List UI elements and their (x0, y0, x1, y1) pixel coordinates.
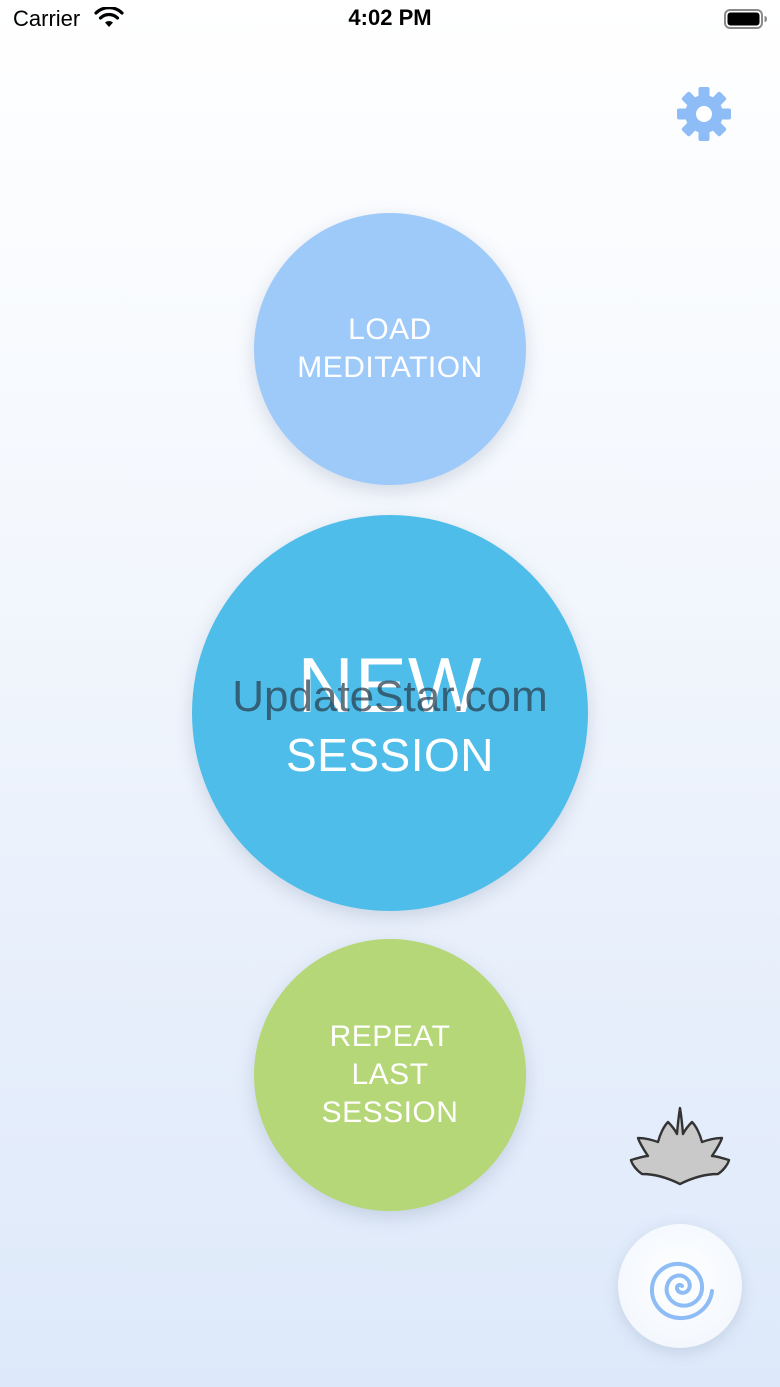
lotus-icon[interactable] (628, 1104, 732, 1188)
spiral-icon (649, 1261, 714, 1321)
new-session-button[interactable]: NEW SESSION (192, 515, 588, 911)
spiral-button[interactable] (618, 1224, 742, 1348)
repeat-last-session-button[interactable]: REPEAT LAST SESSION (254, 939, 526, 1211)
load-meditation-line1: LOAD (348, 313, 432, 346)
settings-gear-icon[interactable] (676, 86, 732, 142)
new-session-line2: SESSION (285, 729, 494, 781)
battery-icon (724, 9, 768, 29)
load-meditation-button[interactable]: LOAD MEDITATION (254, 213, 526, 485)
status-bar: Carrier 4:02 PM (0, 0, 780, 40)
new-session-line1: NEW (297, 641, 483, 729)
repeat-session-line1: REPEAT (329, 1020, 451, 1053)
load-meditation-line2: MEDITATION (297, 351, 483, 384)
repeat-session-line2: LAST (351, 1058, 429, 1091)
repeat-session-line3: SESSION (321, 1096, 459, 1129)
clock-time: 4:02 PM (348, 5, 432, 30)
